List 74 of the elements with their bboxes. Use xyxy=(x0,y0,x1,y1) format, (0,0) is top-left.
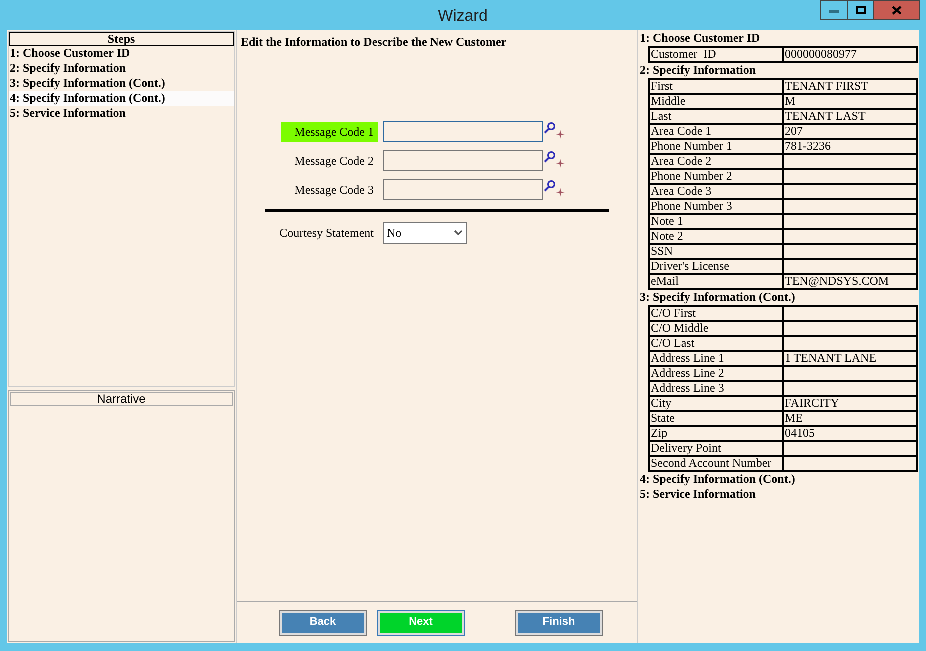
minimize-icon xyxy=(829,10,839,12)
summary-cell: FAIRCITY xyxy=(783,396,917,411)
summary-cell: C/O Middle xyxy=(649,321,783,336)
input-field[interactable] xyxy=(383,150,543,171)
summary-cell: TENANT LAST xyxy=(783,109,917,124)
summary-cell: Phone Number 1 xyxy=(649,139,783,154)
summary-cell: Phone Number 2 xyxy=(649,169,783,184)
summary-cell: Zip xyxy=(649,426,783,441)
summary-cell: Address Line 2 xyxy=(649,366,783,381)
search-icon[interactable] xyxy=(544,122,556,134)
sparkle-icon[interactable] xyxy=(556,188,565,196)
summary-cell: 781-3236 xyxy=(783,139,917,154)
summary-cell: Driver's License xyxy=(649,259,783,274)
summary-cell: 000000080977 xyxy=(783,47,917,62)
minimize-button[interactable] xyxy=(820,0,848,20)
summary-cell: Note 1 xyxy=(649,214,783,229)
step-item[interactable]: 2: Specify Information xyxy=(9,61,234,76)
summary-cell: Customer ID xyxy=(649,47,783,62)
step-item[interactable]: 4: Specify Information (Cont.) xyxy=(9,91,234,106)
summary-cell: Area Code 2 xyxy=(649,154,783,169)
summary-cell: 04105 xyxy=(783,426,917,441)
summary-cell: Last xyxy=(649,109,783,124)
summary-cell: Area Code 3 xyxy=(649,184,783,199)
field-label: Message Code 2 xyxy=(294,152,375,170)
wizard-button[interactable]: Back xyxy=(280,610,366,634)
summary-cell: C/O First xyxy=(649,306,783,321)
summary-cell: Address Line 1 xyxy=(649,351,783,366)
close-icon xyxy=(892,6,902,14)
chevron-down-icon xyxy=(454,230,463,236)
summary-cell: C/O Last xyxy=(649,336,783,351)
summary-cell: First xyxy=(649,79,783,94)
search-icon[interactable] xyxy=(544,150,556,162)
field-label: Message Code 3 xyxy=(294,182,375,199)
summary-cell: Address Line 3 xyxy=(649,381,783,396)
summary-cell: Delivery Point xyxy=(649,441,783,456)
step-item[interactable]: 5: Service Information xyxy=(9,106,234,121)
summary-cell: Middle xyxy=(649,94,783,109)
field-label: Message Code 1 xyxy=(280,122,378,142)
sparkle-icon[interactable] xyxy=(556,158,565,168)
courtesy-select[interactable]: No xyxy=(383,222,467,244)
summary-cell: Note 2 xyxy=(649,229,783,244)
maximize-icon xyxy=(856,6,866,14)
close-button[interactable] xyxy=(874,0,920,20)
steps-header: Steps xyxy=(9,32,234,46)
summary-cell: City xyxy=(649,396,783,411)
summary-cell: M xyxy=(783,94,917,109)
window-title: Wizard xyxy=(438,7,488,27)
step-item[interactable]: 3: Specify Information (Cont.) xyxy=(9,76,234,91)
summary-cell: eMail xyxy=(649,274,783,289)
form-heading: Edit the Information to Describe the New Customer xyxy=(240,34,508,51)
summary-cell: State xyxy=(649,411,783,426)
summary-section-title: 2: Specify Information xyxy=(639,63,757,78)
narrative-header: Narrative xyxy=(10,392,233,406)
summary-cell: 1 TENANT LANE xyxy=(783,351,917,366)
summary-cell: Phone Number 3 xyxy=(649,199,783,214)
wizard-button[interactable]: Finish xyxy=(516,610,602,634)
maximize-button[interactable] xyxy=(848,0,874,20)
summary-cell: TENANT FIRST xyxy=(783,79,917,94)
summary-cell: Area Code 1 xyxy=(649,124,783,139)
summary-cell: Second Account Number xyxy=(649,456,783,471)
summary-cell: SSN xyxy=(649,244,783,259)
search-icon[interactable] xyxy=(544,180,556,192)
summary-cell: 207 xyxy=(783,124,917,139)
summary-section-title: 5: Service Information xyxy=(639,487,757,502)
input-field[interactable] xyxy=(383,179,543,200)
summary-section-title: 3: Specify Information (Cont.) xyxy=(639,290,796,305)
sparkle-icon[interactable] xyxy=(556,130,565,138)
summary-section-title: 1: Choose Customer ID xyxy=(639,31,762,46)
summary-cell: TEN@NDSYS.COM xyxy=(783,274,917,289)
summary-section-title: 4: Specify Information (Cont.) xyxy=(639,472,796,487)
input-field[interactable] xyxy=(383,121,543,142)
summary-cell: ME xyxy=(783,411,917,426)
field-label: Courtesy Statement xyxy=(280,225,374,242)
step-item[interactable]: 1: Choose Customer ID xyxy=(9,46,234,61)
